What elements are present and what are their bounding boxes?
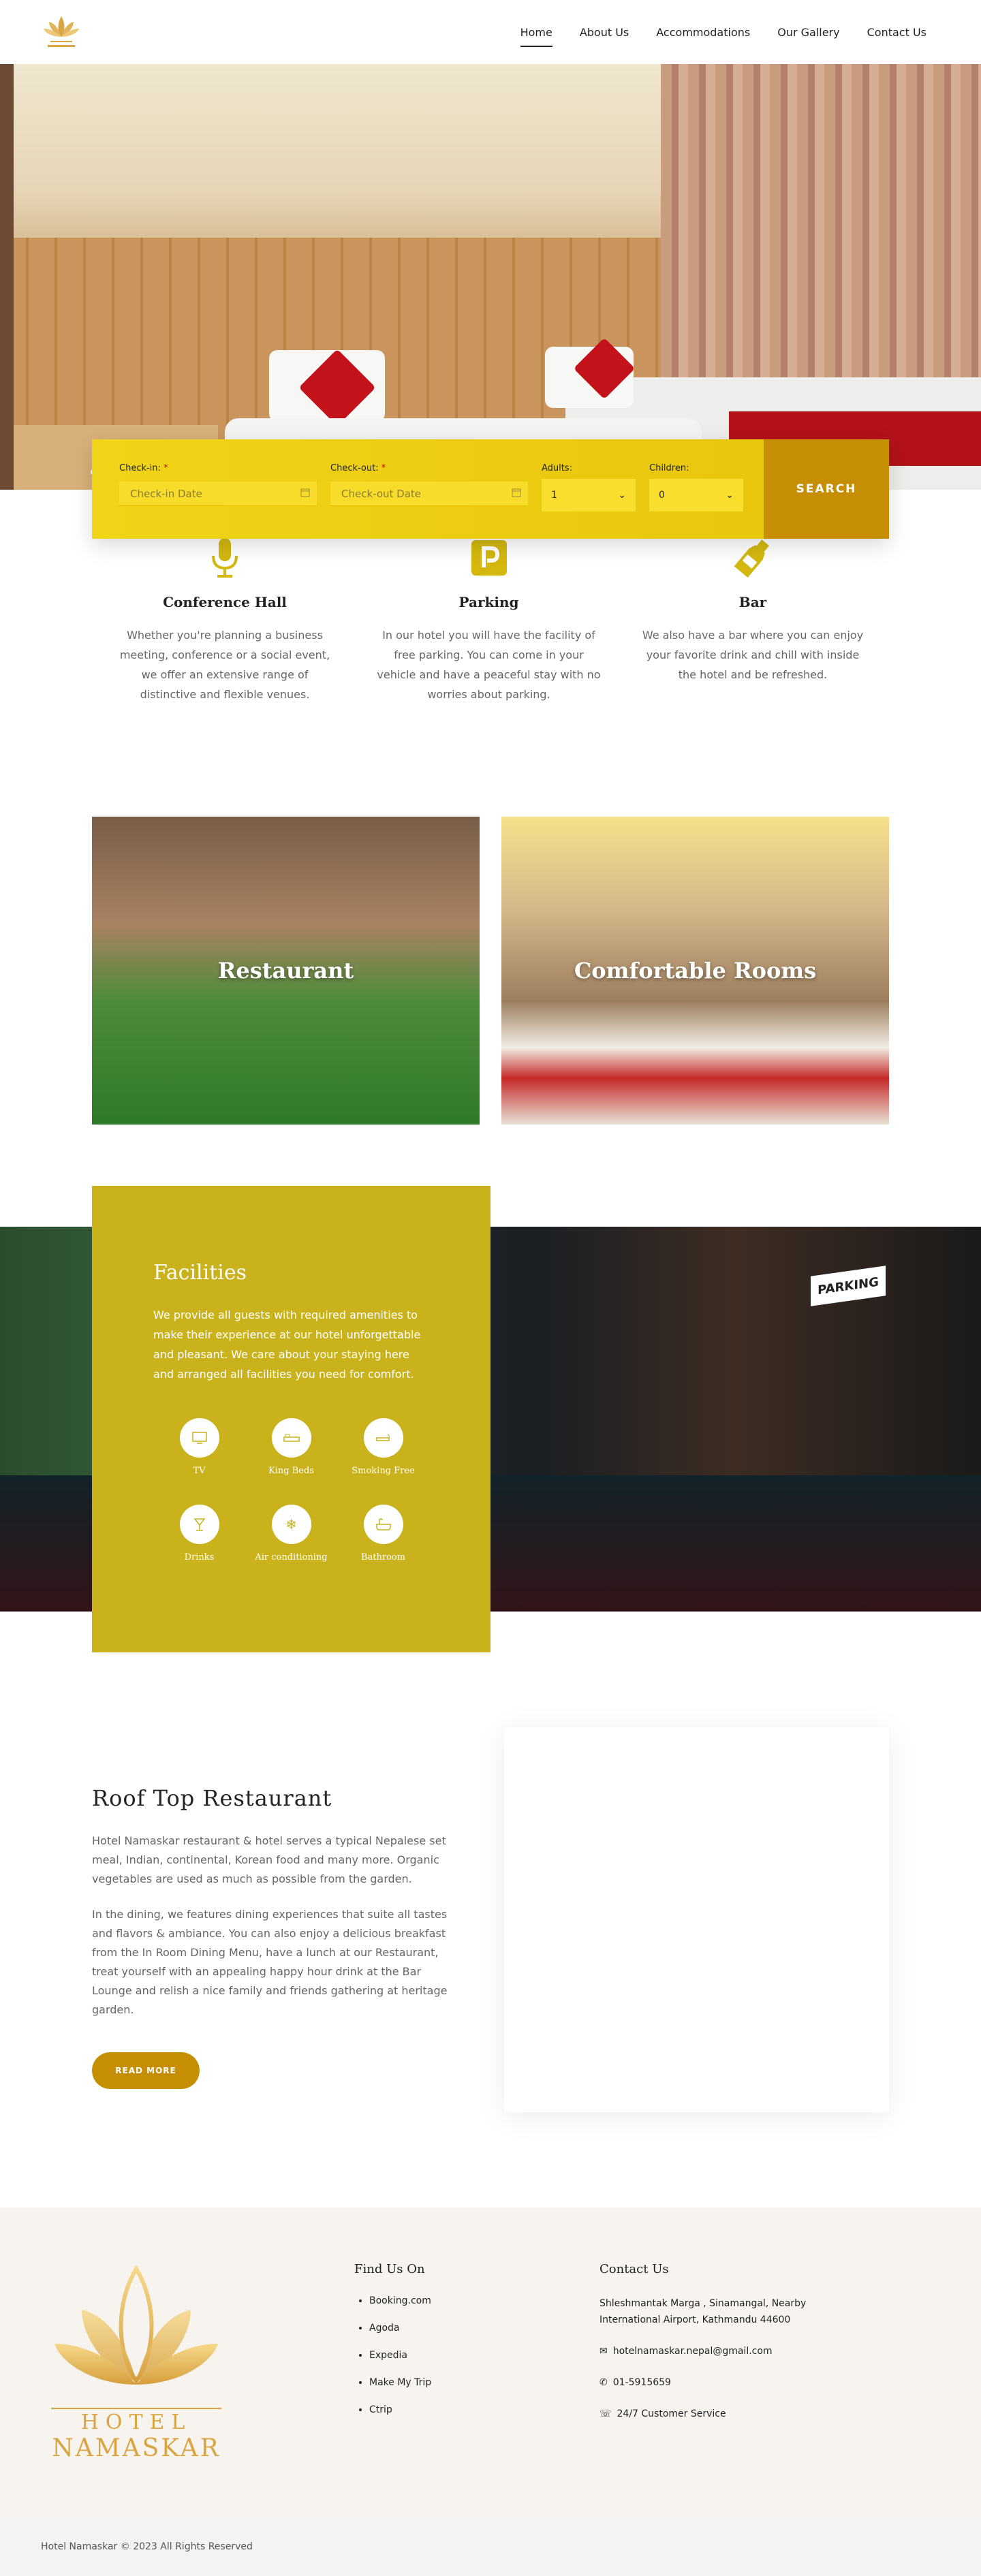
footer-logo: HOTEL NAMASKAR bbox=[34, 2262, 238, 2517]
drinks-icon bbox=[179, 1505, 219, 1544]
card-title: Comfortable Rooms bbox=[574, 958, 817, 984]
facilities-box: Facilities We provide all guests with re… bbox=[92, 1186, 490, 1652]
contact-email[interactable]: ✉ hotelnamaskar.nepal@gmail.com bbox=[600, 2343, 865, 2359]
site-header: Home About Us Accommodations Our Gallery… bbox=[0, 0, 981, 64]
snowflake-icon: ❄ bbox=[271, 1505, 311, 1544]
contact-phone[interactable]: ✆ 01-5915659 bbox=[600, 2374, 865, 2391]
amenity-drinks: Drinks bbox=[153, 1505, 245, 1562]
svg-text:NAMASKAR: NAMASKAR bbox=[52, 2434, 221, 2462]
contact-title: Contact Us bbox=[600, 2262, 669, 2276]
contact-service: ☏ 24/7 Customer Service bbox=[600, 2406, 865, 2422]
chevron-down-icon: ⌄ bbox=[726, 490, 734, 501]
nav-gallery[interactable]: Our Gallery bbox=[777, 22, 839, 43]
children-label: Children: bbox=[649, 463, 689, 473]
contact-column: Contact Us Shleshmantak Marga , Sinamang… bbox=[600, 2262, 865, 2517]
main-nav: Home About Us Accommodations Our Gallery… bbox=[520, 22, 926, 47]
find-link-expedia[interactable]: Expedia bbox=[369, 2350, 600, 2361]
facilities-section: PARKING Facilities We provide all guests… bbox=[0, 1186, 981, 1663]
feature-title: Conference Hall bbox=[163, 594, 287, 610]
lotus-icon[interactable] bbox=[41, 12, 82, 52]
restaurant-paragraph-2: In the dining, we features dining experi… bbox=[92, 1908, 448, 2016]
restaurant-paragraph-1: Hotel Namaskar restaurant & hotel serves… bbox=[92, 1834, 446, 1885]
microphone-icon bbox=[112, 534, 337, 582]
feature-text: We also have a bar where you can enjoy y… bbox=[642, 629, 864, 681]
nav-accommodations[interactable]: Accommodations bbox=[656, 22, 750, 43]
bottle-icon bbox=[640, 534, 865, 582]
envelope-icon: ✉ bbox=[600, 2346, 608, 2357]
checkout-input[interactable]: Check-out Date bbox=[330, 482, 528, 506]
search-button[interactable]: SEARCH bbox=[764, 439, 889, 539]
feature-title: Bar bbox=[738, 594, 767, 610]
children-select[interactable]: 0 ⌄ bbox=[649, 479, 743, 512]
find-link-agoda[interactable]: Agoda bbox=[369, 2323, 600, 2334]
facilities-text: We provide all guests with required amen… bbox=[153, 1308, 421, 1381]
find-us-title: Find Us On bbox=[354, 2262, 425, 2276]
no-smoking-icon bbox=[363, 1418, 403, 1458]
chat-icon: ☏ bbox=[600, 2408, 612, 2419]
contact-address: Shleshmantak Marga , Sinamangal, Nearby … bbox=[600, 2298, 807, 2325]
card-title: Restaurant bbox=[217, 958, 354, 984]
feature-parking: Parking In our hotel you will have the f… bbox=[377, 534, 602, 817]
parking-icon bbox=[377, 534, 602, 582]
feature-conference: Conference Hall Whether you're planning … bbox=[112, 534, 337, 817]
amenity-beds: King Beds bbox=[245, 1418, 337, 1476]
find-link-booking[interactable]: Booking.com bbox=[369, 2295, 600, 2306]
hero-slider bbox=[0, 64, 981, 490]
feature-title: Parking bbox=[458, 594, 519, 610]
phone-icon: ✆ bbox=[600, 2377, 608, 2388]
checkout-label: Check-out: bbox=[330, 463, 379, 473]
feature-bar: Bar We also have a bar where you can enj… bbox=[640, 534, 865, 817]
facilities-title: Facilities bbox=[153, 1261, 247, 1285]
highlight-cards: Restaurant Comfortable Rooms bbox=[0, 817, 981, 1125]
amenity-tv: TV bbox=[153, 1418, 245, 1476]
svg-text:HOTEL: HOTEL bbox=[81, 2410, 192, 2434]
calendar-icon bbox=[512, 488, 521, 500]
checkin-input[interactable]: Check-in Date bbox=[119, 482, 317, 506]
read-more-button[interactable]: READ MORE bbox=[92, 2052, 200, 2089]
restaurant-section: Roof Top Restaurant Hotel Namaskar resta… bbox=[0, 1663, 981, 2208]
nav-about[interactable]: About Us bbox=[580, 22, 629, 43]
site-footer: HOTEL NAMASKAR Find Us On Booking.com Ag… bbox=[0, 2208, 981, 2517]
bathtub-icon bbox=[363, 1505, 403, 1544]
restaurant-media-frame bbox=[504, 1727, 889, 2112]
nav-contact[interactable]: Contact Us bbox=[867, 22, 926, 43]
amenity-bathroom: Bathroom bbox=[337, 1505, 429, 1562]
find-us-column: Find Us On Booking.com Agoda Expedia Mak… bbox=[354, 2262, 600, 2517]
find-link-makemytrip[interactable]: Make My Trip bbox=[369, 2377, 600, 2388]
find-us-list: Booking.com Agoda Expedia Make My Trip C… bbox=[354, 2295, 600, 2415]
restaurant-title: Roof Top Restaurant bbox=[92, 1785, 332, 1811]
amenities-grid: TV King Beds Smoking Free Drinks ❄ Air c… bbox=[153, 1418, 429, 1562]
checkin-label: Check-in: bbox=[119, 463, 161, 473]
amenity-smoking-free: Smoking Free bbox=[337, 1418, 429, 1476]
bed-icon bbox=[271, 1418, 311, 1458]
feature-text: Whether you're planning a business meeti… bbox=[119, 629, 330, 701]
nav-home[interactable]: Home bbox=[520, 22, 553, 47]
booking-form: Check-in: * Check-in Date Check-out: * C… bbox=[92, 439, 889, 539]
adults-select[interactable]: 1 ⌄ bbox=[542, 479, 636, 512]
copyright-bar: Hotel Namaskar © 2023 All Rights Reserve… bbox=[0, 2517, 981, 2576]
chevron-down-icon: ⌄ bbox=[618, 490, 626, 501]
calendar-icon bbox=[300, 488, 310, 500]
features-section: Conference Hall Whether you're planning … bbox=[0, 490, 981, 817]
feature-text: In our hotel you will have the facility … bbox=[377, 629, 601, 701]
amenity-air-conditioning: ❄ Air conditioning bbox=[245, 1505, 337, 1562]
parking-sign: PARKING bbox=[811, 1266, 886, 1306]
lotus-icon: HOTEL NAMASKAR bbox=[51, 2265, 221, 2462]
restaurant-card[interactable]: Restaurant bbox=[92, 817, 480, 1125]
find-link-ctrip[interactable]: Ctrip bbox=[369, 2404, 600, 2415]
tv-icon bbox=[179, 1418, 219, 1458]
copyright-text: Hotel Namaskar © 2023 All Rights Reserve… bbox=[41, 2541, 253, 2552]
adults-label: Adults: bbox=[542, 463, 573, 473]
rooms-card[interactable]: Comfortable Rooms bbox=[501, 817, 889, 1125]
